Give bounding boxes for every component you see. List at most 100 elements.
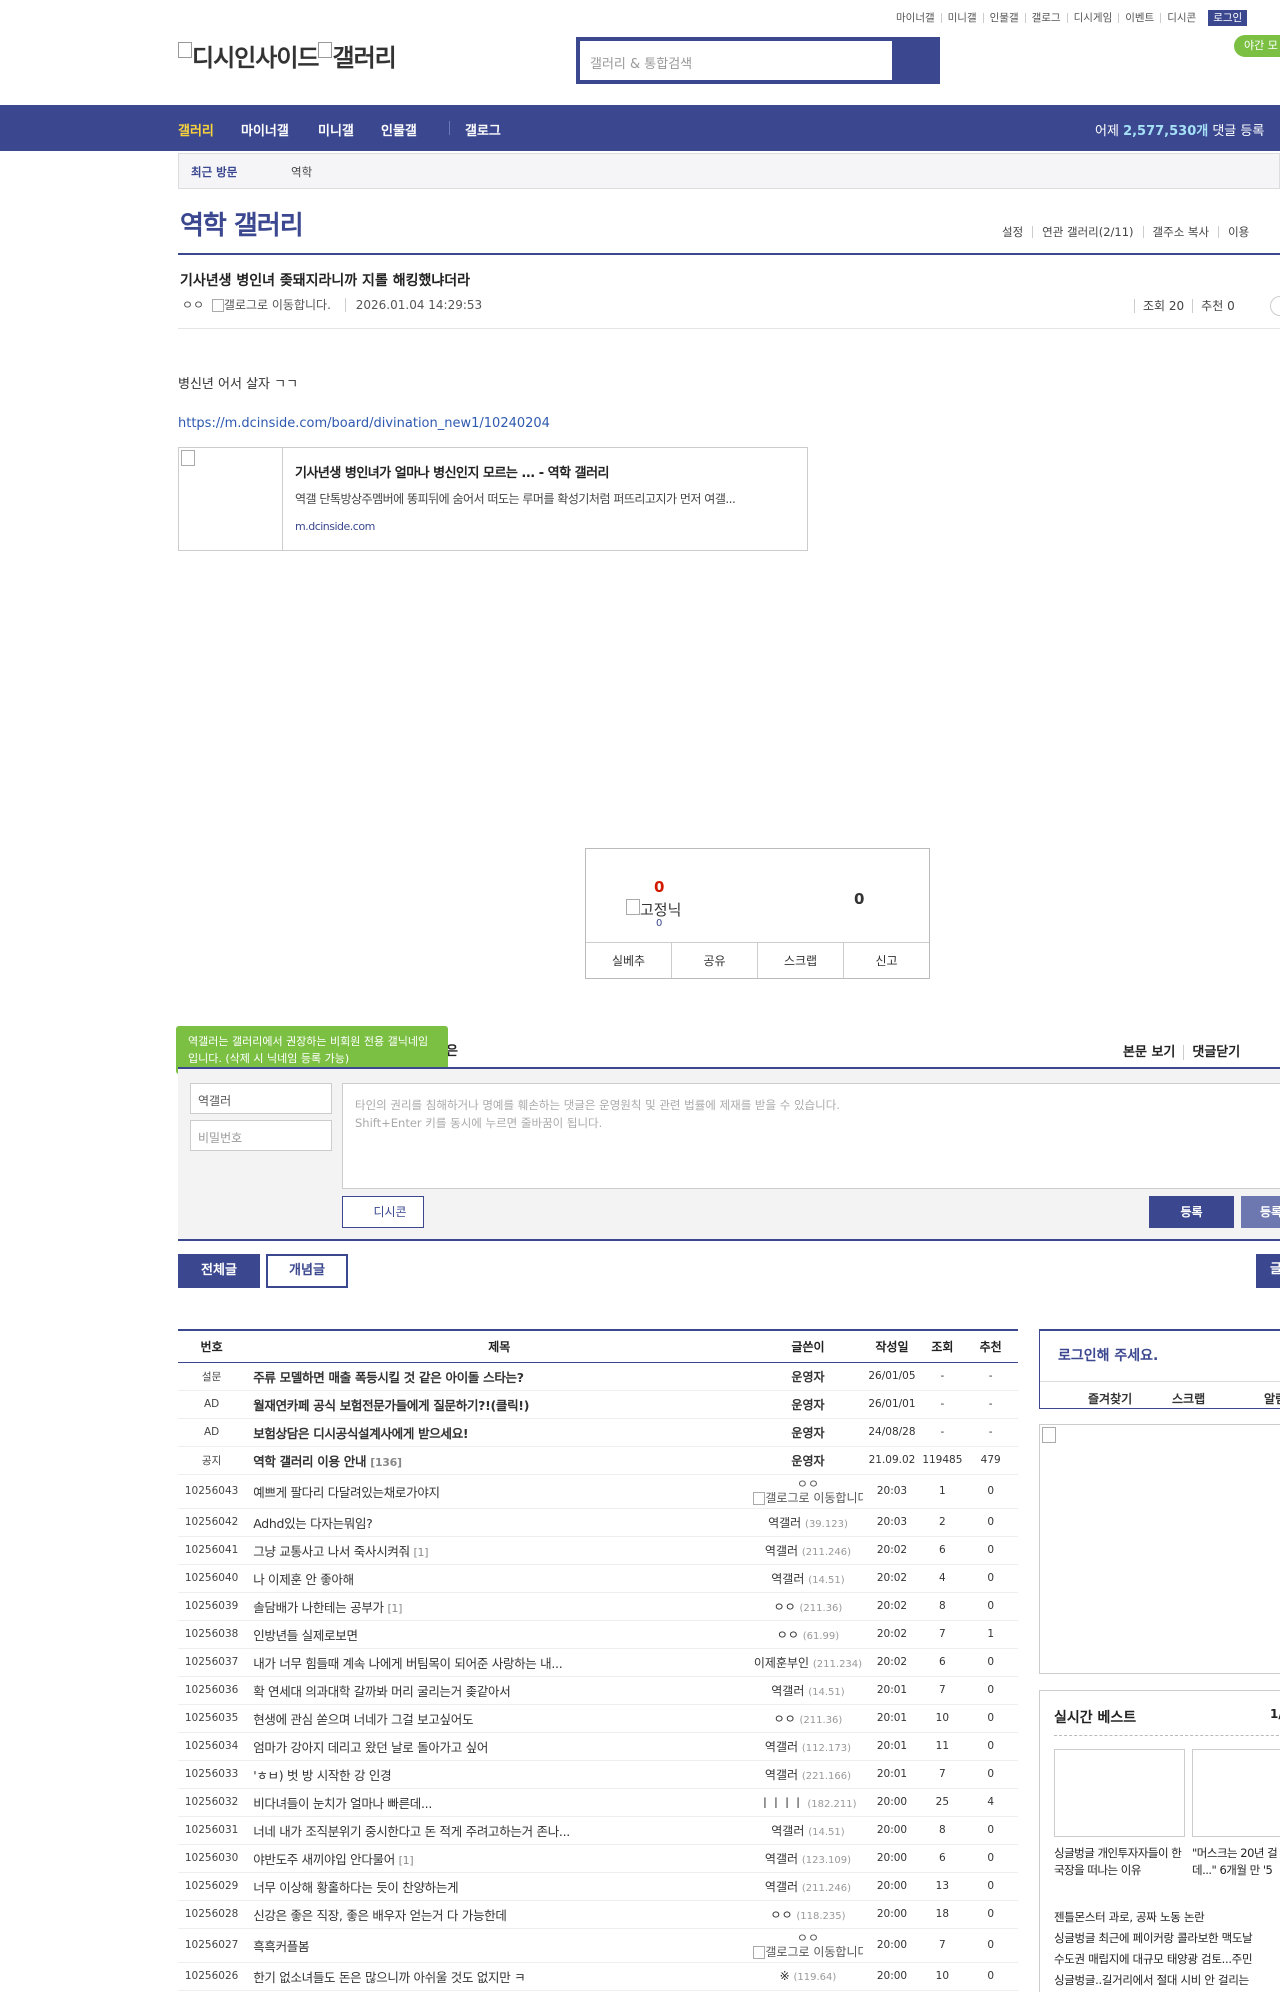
table-row[interactable]: 설문 주류 모델하면 매출 폭등시킬 것 같은 아이돌 스타는? 운영자 26/0… [178,1362,1018,1391]
subject-text[interactable]: 솔담배가 나한테는 공부가 [253,1600,384,1615]
writer-name[interactable]: ㅣㅣㅣㅣ [759,1796,803,1810]
best-item[interactable]: 싱글벙글 최근에 페이커랑 콜라보한 맥도날 [1054,1930,1253,1946]
subject-text[interactable]: 보험상담은 디시공식설계사에게 받으세요! [253,1426,468,1441]
subject-text[interactable]: 엄마가 강아지 데리고 왔던 날로 돌아가고 싶어 [253,1740,488,1755]
post-subject[interactable]: 확 연세대 의과대학 갈까봐 머리 굴리는거 좆같아서 [245,1676,754,1705]
subject-text[interactable]: 너무 이상해 황홀하다는 듯이 찬양하는게 [253,1880,458,1895]
post-subject[interactable]: 역학 갤러리 이용 안내 [136] [245,1446,754,1475]
subject-text[interactable]: 확 연세대 의과대학 갈까봐 머리 굴리는거 좆같아서 [253,1684,511,1699]
util-link[interactable]: 이벤트 [1118,13,1160,23]
writer-name[interactable]: 운영자 [791,1454,824,1468]
search-input[interactable]: 갤러리 & 통합검색 [580,41,896,80]
post-subject[interactable]: 그냥 교통사고 나서 죽사시켜줘 [1] [245,1536,754,1565]
subject-text[interactable]: 그냥 교통사고 나서 죽사시켜줘 [253,1544,410,1559]
table-row[interactable]: 10256029 너무 이상해 황홀하다는 듯이 찬양하는게 역갤러 (211.2… [178,1872,1018,1901]
search-button[interactable] [892,41,936,80]
table-row[interactable]: 10256030 야반도주 새끼야입 안다물어 [1] 역갤러 (123.109) 2… [178,1844,1018,1873]
scrap-link[interactable]: 스크랩 [1172,1390,1205,1407]
login-button[interactable]: 로그인 [1208,10,1248,26]
ad-banner[interactable] [1039,1424,1280,1674]
subject-text[interactable]: 나 이제훈 안 좋아해 [253,1572,354,1587]
reply-count[interactable]: [1] [387,1602,402,1615]
table-row[interactable]: 10256033 'ㅎㅂ) 벗 방 시작한 강 인경 역갤러 (221.166) 2… [178,1760,1018,1789]
util-link[interactable]: 미니갤 [940,13,983,23]
writer-name[interactable]: 이제훈부인 [754,1656,809,1670]
table-row[interactable]: 10256039 솔담배가 나한테는 공부가 [1] ㅇㅇ (211.36) 20:0… [178,1592,1018,1621]
settings-link[interactable]: 설정 [1002,226,1032,238]
post-subject[interactable]: 솔담배가 나한테는 공부가 [1] [245,1592,754,1621]
post-link[interactable]: https://m.dcinside.com/board/divination_… [178,416,550,431]
table-row[interactable]: 10256038 인방년들 실제로보면 ㅇㅇ (61.99) 20:02 7 1 [178,1620,1018,1649]
best-recommend-button[interactable]: 실베추 [586,943,671,978]
best-thumbnail[interactable] [1192,1749,1280,1837]
table-row[interactable]: 10256032 비다녀들이 눈치가 얼마나 빠른데... ㅣㅣㅣㅣ (182.2… [178,1788,1018,1817]
writer-name[interactable]: 역갤러 [765,1740,798,1754]
writer-name[interactable]: ㅇㅇ [774,1712,796,1726]
post-subject[interactable]: 야반도주 새끼야입 안다물어 [1] [245,1844,754,1873]
writer-name[interactable]: 운영자 [791,1370,824,1384]
view-body-link[interactable]: 본문 보기 [1123,1045,1183,1060]
post-subject[interactable]: 신강은 좋은 직장, 좋은 배우자 얻는거 다 가능한데 [245,1900,754,1929]
subject-text[interactable]: 현생에 관심 쏟으며 너네가 그걸 보고싶어도 [253,1712,473,1727]
table-row[interactable]: 10256026 한기 없소녀들도 돈은 많으니까 아쉬울 것도 없지만 ㅋ ※ … [178,1962,1018,1991]
table-row[interactable]: 10256040 나 이제훈 안 좋아해 역갤러 (14.51) 20:02 4 0 [178,1564,1018,1593]
subject-text[interactable]: 주류 모델하면 매출 폭등시킬 것 같은 아이돌 스타는? [253,1370,524,1385]
writer-name[interactable]: 역갤러 [765,1880,798,1894]
tab-concept-posts[interactable]: 개념글 [266,1254,348,1288]
table-row[interactable]: 10256036 확 연세대 의과대학 갈까봐 머리 굴리는거 좆같아서 역갤러 … [178,1676,1018,1705]
util-link[interactable]: 디시콘 [1160,13,1202,23]
nav-person[interactable]: 인물갤 [381,120,417,139]
post-subject[interactable]: 현생에 관심 쏟으며 너네가 그걸 보고싶어도 [245,1704,754,1733]
post-subject[interactable]: 월재연카페 공식 보험전문가들에게 질문하기?!(클릭!) [245,1390,754,1419]
table-row[interactable]: 10256027 흑흑커플봄 ㅇㅇ 갤로그로 이동합니다. 20:00 7 0 [178,1928,1018,1963]
register-recommend-button[interactable]: 등록 [1241,1196,1280,1228]
tab-all-posts[interactable]: 전체글 [178,1254,260,1288]
table-row[interactable]: AD 보험상담은 디시공식설계사에게 받으세요! 운영자 24/08/28- - [178,1418,1018,1447]
subject-text[interactable]: 인방년들 실제로보면 [253,1628,358,1643]
gallog-icon[interactable] [753,1492,766,1505]
reply-count[interactable]: [136] [370,1456,402,1469]
post-subject[interactable]: 비다녀들이 눈치가 얼마나 빠른데... [245,1788,754,1817]
register-button[interactable]: 등록 [1149,1196,1234,1228]
writer-name[interactable]: 역갤러 [765,1768,798,1782]
subject-text[interactable]: 신강은 좋은 직장, 좋은 배우자 얻는거 다 가능한데 [253,1908,507,1923]
subject-text[interactable]: 예쁘게 팔다리 다달려있는채로가야지 [253,1485,440,1500]
writer-name[interactable]: ㅇㅇ [774,1600,796,1614]
subject-text[interactable]: 'ㅎㅂ) 벗 방 시작한 강 인경 [253,1768,391,1783]
upvote-count[interactable]: 0 [654,878,664,896]
best-caption[interactable]: 싱글벙글 개인투자자들이 한국장을 떠나는 이유 [1054,1845,1185,1879]
scrap-button[interactable]: 스크랩 [757,943,843,978]
usage-link[interactable]: 이용 [1218,226,1258,238]
table-row[interactable]: 10256035 현생에 관심 쏟으며 너네가 그걸 보고싶어도 ㅇㅇ (211.… [178,1704,1018,1733]
subject-text[interactable]: 너네 내가 조직분위기 중시한다고 돈 적게 주려고하는거 존나... [253,1824,570,1839]
table-row[interactable]: 10256034 엄마가 강아지 데리고 왔던 날로 돌아가고 싶어 역갤러 (1… [178,1732,1018,1761]
table-row[interactable]: 10256042 Adhd있는 다자는뭐임? 역갤러 (39.123) 20:03 2… [178,1508,1018,1537]
table-row[interactable]: 10256041 그냥 교통사고 나서 죽사시켜줘 [1] 역갤러 (211.246… [178,1536,1018,1565]
post-subject[interactable]: 나 이제훈 안 좋아해 [245,1564,754,1593]
best-thumbnail[interactable] [1054,1749,1185,1837]
util-link[interactable]: 갤로그 [1024,13,1067,23]
nav-gallog[interactable]: 갤로그 [465,120,501,139]
post-subject[interactable]: 인방년들 실제로보면 [245,1620,754,1649]
post-subject[interactable]: 'ㅎㅂ) 벗 방 시작한 강 인경 [245,1760,754,1789]
best-item[interactable]: 젠틀몬스터 과로, 공짜 노동 논란 [1054,1909,1205,1925]
close-comments-link[interactable]: 댓글닫기 [1183,1045,1249,1060]
gallog-icon[interactable] [753,1946,766,1959]
subject-text[interactable]: Adhd있는 다자는뭐임? [253,1516,373,1531]
best-caption[interactable]: "머스크는 20년 걸 데..." 6개월 만 '5 [1192,1845,1280,1879]
subject-text[interactable]: 한기 없소녀들도 돈은 많으니까 아쉬울 것도 없지만 ㅋ [253,1970,525,1985]
post-subject[interactable]: 보험상담은 디시공식설계사에게 받으세요! [245,1418,754,1447]
post-subject[interactable]: 너무 이상해 황홀하다는 듯이 찬양하는게 [245,1872,754,1901]
nickname-input[interactable]: 역갤러 [190,1083,332,1114]
favorites-link[interactable]: 즐겨찾기 [1088,1390,1132,1407]
writer-name[interactable]: 역갤러 [768,1516,801,1530]
post-subject[interactable]: 너네 내가 조직분위기 중시한다고 돈 적게 주려고하는거 존나... [245,1816,754,1845]
post-subject[interactable]: 엄마가 강아지 데리고 왔던 날로 돌아가고 싶어 [245,1732,754,1761]
writer-name[interactable]: ※ [780,1969,790,1983]
writer-name[interactable]: 역갤러 [771,1684,804,1698]
login-prompt[interactable]: 로그인해 주세요. [1058,1345,1158,1365]
writer-name[interactable]: 운영자 [791,1426,824,1440]
post-subject[interactable]: 내가 너무 힘들때 계속 나에게 버팀목이 되어준 사랑하는 내... [245,1648,754,1677]
writer-name[interactable]: 역갤러 [771,1572,804,1586]
alarm-link[interactable]: 알림 [1264,1390,1280,1407]
